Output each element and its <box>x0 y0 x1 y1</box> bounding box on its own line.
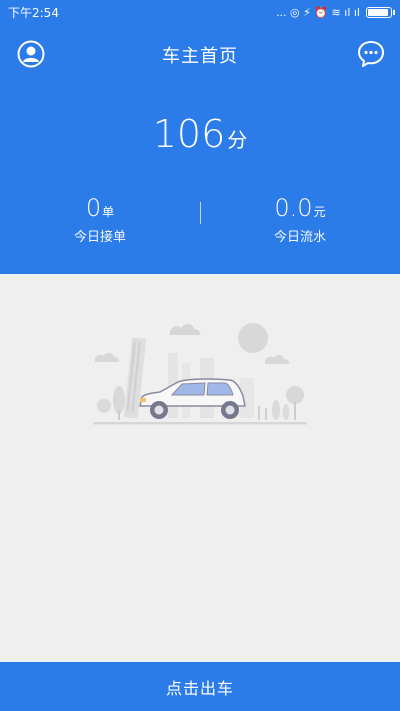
page-title: 车主首页 <box>162 46 238 67</box>
stats-divider <box>200 202 201 224</box>
orders-label: 今日接单 <box>73 230 126 245</box>
revenue-label: 今日流水 <box>273 230 326 245</box>
battery-icon <box>366 6 395 18</box>
score-unit: 分 <box>227 128 248 152</box>
stat-revenue-today: 0.0元 今日流水 <box>200 194 400 245</box>
daily-stats: 0单 今日接单 0.0元 今日流水 <box>0 194 400 245</box>
revenue-amount: 0.0 <box>274 194 313 222</box>
dashboard-header: 车主首页 106 分 0单 今日接单 0.0元 今日流水 <box>0 24 400 274</box>
message-button[interactable] <box>356 39 386 69</box>
driver-score: 106 分 <box>0 112 400 156</box>
orders-count: 0 <box>85 194 102 222</box>
status-time: 下午2:54 <box>8 5 59 20</box>
car-city-illustration <box>93 323 307 425</box>
revenue-unit: 元 <box>313 205 326 219</box>
status-indicators: ... ◎ ⚡ ⏰ ≋ ıl ıl <box>276 5 395 19</box>
chat-bubble-icon <box>358 41 384 67</box>
score-value: 106 <box>152 112 226 156</box>
status-indicator-icons: ... ◎ ⚡ ⏰ ≋ ıl ıl <box>276 5 360 19</box>
start-driving-button[interactable]: 点击出车 <box>0 662 400 711</box>
orders-unit: 单 <box>102 205 115 219</box>
status-bar: 下午2:54 ... ◎ ⚡ ⏰ ≋ ıl ıl <box>0 0 400 24</box>
stat-orders-today: 0单 今日接单 <box>0 194 200 245</box>
